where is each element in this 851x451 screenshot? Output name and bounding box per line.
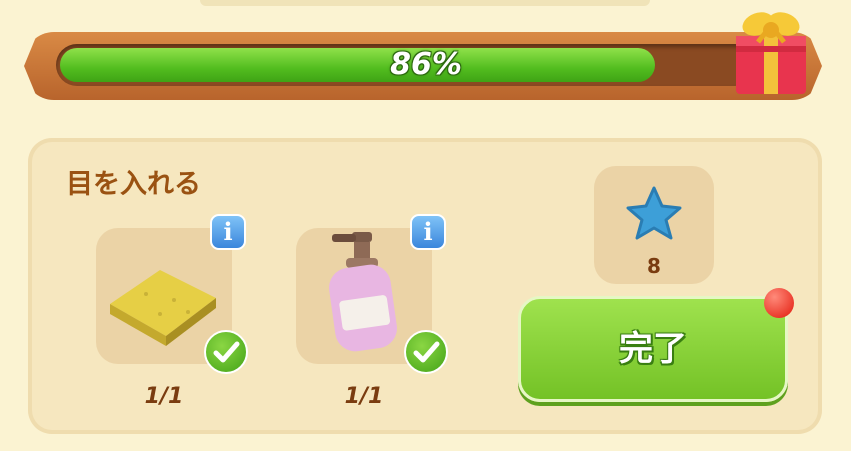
- checkmark-icon-sponge: [204, 330, 248, 374]
- checkmark-icon-soap-bottle: [404, 330, 448, 374]
- blue-star-icon: [626, 186, 682, 240]
- top-panel-edge: [200, 0, 650, 6]
- task-title: 目を入れる: [66, 169, 201, 200]
- reward-count: 8: [647, 254, 661, 278]
- complete-button-label[interactable]: 完了: [518, 296, 788, 402]
- item-count-sponge: 1/1: [144, 384, 184, 409]
- progress-percent: 86%: [390, 47, 462, 82]
- info-button-sponge[interactable]: i: [210, 214, 246, 250]
- notification-dot: [764, 288, 794, 318]
- gift-box-icon[interactable]: [730, 2, 812, 98]
- info-button-soap-bottle[interactable]: i: [410, 214, 446, 250]
- item-count-soap-bottle: 1/1: [344, 384, 384, 409]
